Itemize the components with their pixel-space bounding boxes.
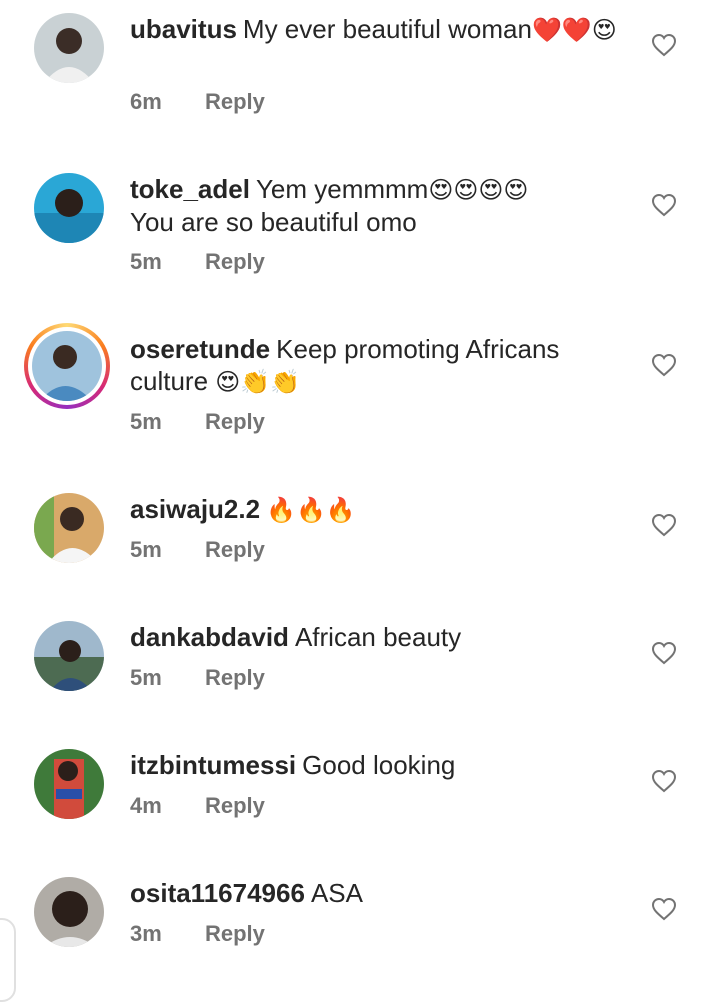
comment-emoji: 😍😍😍😍 [428, 176, 529, 204]
reply-button[interactable]: Reply [205, 921, 265, 947]
reply-button[interactable]: Reply [205, 89, 265, 115]
reply-button[interactable]: Reply [205, 409, 265, 435]
comment-username[interactable]: ubavitus [130, 14, 237, 44]
comment-time: 5m [130, 665, 162, 690]
comment-time: 3m [130, 921, 162, 946]
avatar[interactable] [34, 493, 104, 563]
comment-message: Keep promoting Africans [276, 334, 560, 364]
comment-emoji: 🔥🔥🔥 [266, 496, 356, 524]
comment-meta: 5m Reply [130, 409, 265, 435]
comment-username[interactable]: toke_adel [130, 174, 250, 204]
comment-message: My ever beautiful woman [242, 14, 532, 44]
comment-username[interactable]: itzbintumessi [130, 750, 296, 780]
comment-emoji: ❤️❤️😍 [531, 16, 617, 44]
heart-outline-icon[interactable] [651, 33, 677, 57]
heart-outline-icon[interactable] [651, 193, 677, 217]
heart-outline-icon[interactable] [651, 641, 677, 665]
comment-username[interactable]: osita11674966 [130, 878, 305, 908]
comment-message: Good looking [302, 750, 456, 780]
comment-text: osita11674966 ASA [130, 877, 630, 909]
heart-outline-icon[interactable] [651, 897, 677, 921]
comment-meta: 6m Reply [130, 89, 265, 115]
comment-meta: 5m Reply [130, 665, 265, 691]
comment-time: 5m [130, 409, 162, 434]
comment-text: itzbintumessi Good looking [130, 749, 630, 781]
comment-meta: 3m Reply [130, 921, 265, 947]
comment-meta: 4m Reply [130, 793, 265, 819]
avatar[interactable] [34, 749, 104, 819]
comment-meta: 5m Reply [130, 249, 265, 275]
comment-message-line2: You are so beautiful omo [130, 207, 417, 237]
comment-emoji: 😍👏👏 [215, 368, 301, 396]
edge-scroll-handle[interactable] [0, 918, 16, 1002]
reply-button[interactable]: Reply [205, 537, 265, 563]
heart-outline-icon[interactable] [651, 769, 677, 793]
comment-text: dankabdavid African beauty [130, 621, 630, 653]
comment-time: 5m [130, 537, 162, 562]
reply-button[interactable]: Reply [205, 665, 265, 691]
comment-message: African beauty [294, 622, 462, 652]
comment-username[interactable]: oseretunde [130, 334, 270, 364]
heart-outline-icon[interactable] [651, 353, 677, 377]
avatar[interactable] [34, 173, 104, 243]
reply-button[interactable]: Reply [205, 793, 265, 819]
comment-message: ASA [310, 878, 363, 908]
comment-time: 4m [130, 793, 162, 818]
comment-time: 6m [130, 89, 162, 114]
avatar[interactable] [34, 13, 104, 83]
heart-outline-icon[interactable] [651, 513, 677, 537]
comment-username[interactable]: asiwaju2.2 [130, 494, 260, 524]
comment-text: ubavitus My ever beautiful woman❤️❤️😍 [130, 13, 630, 46]
reply-button[interactable]: Reply [205, 249, 265, 275]
comment-message: Yem yemmmm [255, 174, 429, 204]
comment-username[interactable]: dankabdavid [130, 622, 289, 652]
comment-message-line2: culture [130, 366, 209, 396]
avatar[interactable] [34, 877, 104, 947]
comment-text: asiwaju2.2 🔥🔥🔥 [130, 493, 630, 526]
comment-meta: 5m Reply [130, 537, 265, 563]
avatar[interactable] [32, 331, 102, 401]
avatar[interactable] [34, 621, 104, 691]
comment-time: 5m [130, 249, 162, 274]
comment-text: oseretunde Keep promoting Africans cultur… [130, 333, 630, 398]
comment-text: toke_adel Yem yemmmm😍😍😍😍 You are so beaut… [130, 173, 630, 238]
